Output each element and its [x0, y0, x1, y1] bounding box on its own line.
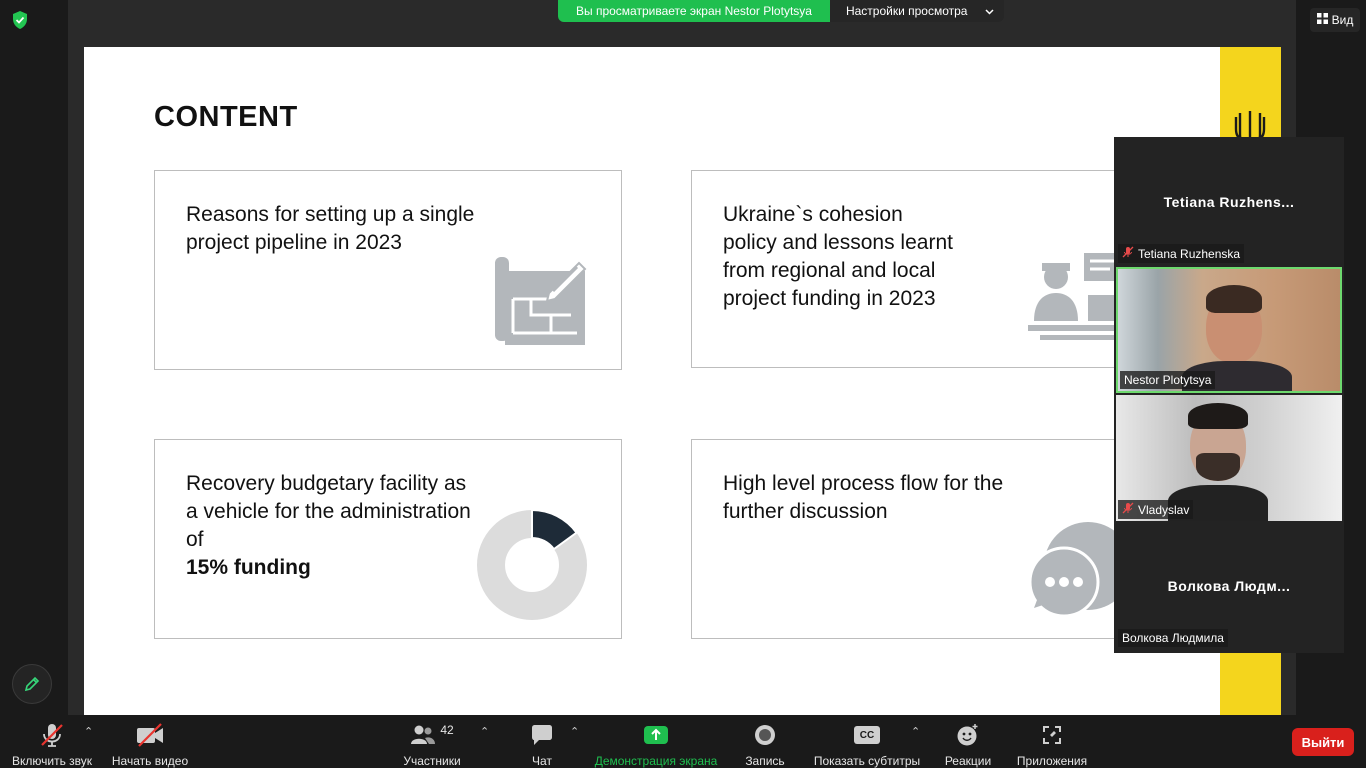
viewing-screen-text: Вы просматриваете экран Nestor Plotytsya [558, 0, 830, 22]
participants-count: 42 [440, 723, 454, 737]
captions-options-caret-icon[interactable]: ⌃ [911, 725, 920, 738]
shared-slide: CONTENT Reasons for setting up a single … [84, 47, 1281, 715]
participants-button[interactable]: 42 Участники [398, 715, 466, 768]
view-button-label: Вид [1331, 13, 1354, 27]
share-screen-button[interactable]: Демонстрация экрана [592, 715, 720, 768]
record-button[interactable]: Запись [742, 715, 788, 768]
record-icon [754, 721, 776, 749]
participant-name-label: Волкова Людмила [1118, 629, 1228, 647]
video-person-beard [1196, 453, 1240, 481]
share-screen-label: Демонстрация экрана [594, 754, 718, 768]
chevron-down-icon [985, 4, 995, 18]
participants-icon-group: 42 [410, 721, 454, 749]
card-text-bold: 15% funding [186, 556, 311, 579]
participant-name-label: Nestor Plotytsya [1120, 371, 1216, 389]
blueprint-icon [491, 249, 589, 352]
zoom-meeting-window: Вид Вы просматриваете экран Nestor Ploty… [0, 0, 1366, 768]
view-settings-button[interactable]: Настройки просмотра [829, 0, 1005, 22]
card-text: Recovery budgetary facility as a vehicle… [186, 472, 471, 551]
record-label: Запись [745, 754, 785, 768]
chat-options-caret-icon[interactable]: ⌃ [570, 725, 579, 738]
share-screen-icon [643, 721, 669, 749]
chat-button[interactable]: Чат [522, 715, 562, 768]
muted-mic-icon [1122, 502, 1134, 517]
card-text: High level process flow for the further … [723, 472, 1004, 523]
muted-microphone-icon [39, 721, 65, 749]
content-card-cohesion: Ukraine`s cohesion policy and lessons le… [691, 170, 1159, 368]
audio-options-caret-icon[interactable]: ⌃ [84, 725, 93, 738]
donut-chart-icon [477, 508, 587, 625]
participant-tile-active-speaker[interactable]: Nestor Plotytsya [1116, 267, 1342, 393]
unmute-label: Включить звук [11, 754, 93, 768]
participant-tile[interactable]: Tetiana Ruzhens... Tetiana Ruzhenska [1116, 139, 1342, 265]
grid-icon [1316, 13, 1328, 27]
participants-options-caret-icon[interactable]: ⌃ [480, 725, 489, 738]
unmute-button[interactable]: Включить звук [6, 715, 98, 768]
start-video-button[interactable]: Начать видео [110, 715, 190, 768]
participants-video-panel: Tetiana Ruzhens... Tetiana Ruzhenska Nes… [1114, 137, 1344, 653]
apps-button[interactable]: Приложения [1012, 715, 1092, 768]
video-person-hair [1206, 285, 1262, 313]
slide-title: CONTENT [154, 101, 298, 133]
participant-name: Tetiana Ruzhenska [1138, 246, 1241, 261]
participant-tile[interactable]: Vladyslav [1116, 395, 1342, 521]
video-person-hair [1188, 403, 1248, 429]
share-frame-left [68, 0, 84, 715]
participant-name: Волкова Людмила [1122, 631, 1224, 645]
content-card-pipeline: Reasons for setting up a single project … [154, 170, 622, 370]
content-card-process: High level process flow for the further … [691, 439, 1159, 639]
participant-name-label: Vladyslav [1118, 500, 1194, 519]
participants-label: Участники [403, 754, 461, 768]
reactions-button[interactable]: Реакции [942, 715, 994, 768]
start-video-label: Начать видео [111, 754, 189, 768]
participant-name-label: Tetiana Ruzhenska [1118, 244, 1245, 263]
left-margin [0, 0, 68, 715]
view-settings-label: Настройки просмотра [845, 4, 968, 18]
view-button[interactable]: Вид [1310, 8, 1360, 32]
chat-bubbles-icon [1026, 520, 1132, 625]
card-text-block: Recovery budgetary facility as a vehicle… [186, 470, 476, 582]
screen-share-banner: Вы просматриваете экран Nestor Plotytsya… [558, 0, 1005, 22]
smiley-icon [956, 721, 980, 749]
apps-label: Приложения [1016, 754, 1088, 768]
leave-meeting-button[interactable]: Выйти [1292, 728, 1354, 756]
show-captions-button[interactable]: CC Показать субтитры [812, 715, 922, 768]
apps-icon [1041, 721, 1063, 749]
show-captions-label: Показать субтитры [813, 754, 921, 768]
meeting-controls-toolbar: Включить звук ⌃ Начать видео 42 Участник… [0, 715, 1366, 768]
video-off-icon [135, 721, 165, 749]
muted-mic-icon [1122, 246, 1134, 261]
card-text: Ukraine`s cohesion policy and lessons le… [723, 203, 953, 310]
encryption-shield-icon[interactable] [10, 10, 30, 30]
people-icon [411, 725, 436, 744]
cc-glyph: CC [854, 726, 880, 744]
participant-name: Nestor Plotytsya [1124, 373, 1212, 387]
reactions-label: Реакции [944, 754, 992, 768]
closed-captions-icon: CC [854, 721, 880, 749]
content-card-recovery: Recovery budgetary facility as a vehicle… [154, 439, 622, 639]
chat-label: Чат [532, 754, 552, 768]
annotate-pencil-icon[interactable] [12, 664, 52, 704]
participant-tile[interactable]: Волкова Людм... Волкова Людмила [1116, 523, 1342, 649]
chat-icon [530, 721, 554, 749]
presenter-icon [1026, 247, 1126, 352]
card-text: Reasons for setting up a single project … [186, 203, 475, 254]
participant-name: Vladyslav [1138, 502, 1190, 517]
